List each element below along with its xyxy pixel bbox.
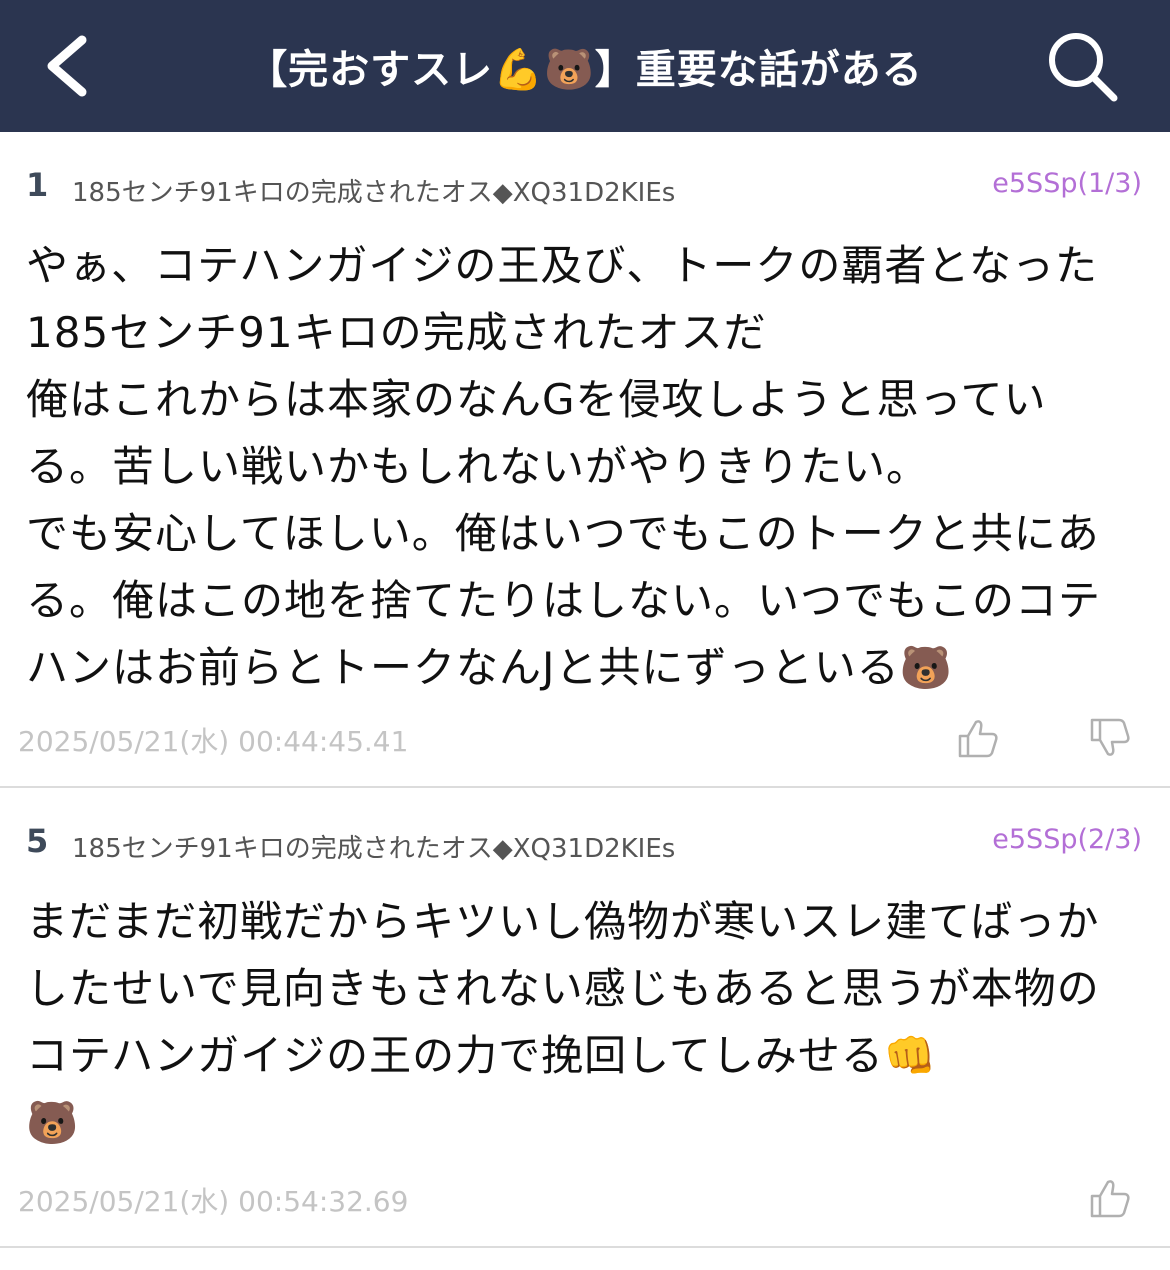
- post-item: 5 185センチ91キロの完成されたオス◆XQ31D2KIEs e5SSp(2/…: [0, 788, 1170, 1246]
- post-body: まだまだ初戦だからキツいし偽物が寒いスレ建てばっかしたせいで見向きもされない感じ…: [26, 897, 1100, 1147]
- thumbs-down-icon[interactable]: [1086, 714, 1134, 762]
- post-body: やぁ、コテハンガイジの王及び、トークの覇者となった185センチ91キロの完成され…: [26, 241, 1102, 692]
- post-date: 2025/05/21(水) 00:44:45.41: [18, 725, 409, 758]
- post-divider: [0, 1246, 1170, 1248]
- post-number[interactable]: 5: [26, 822, 48, 860]
- poster-name: 185センチ91キロの完成されたオス◆XQ31D2KIEs: [72, 834, 676, 864]
- post-number[interactable]: 1: [26, 166, 48, 204]
- thumbs-up-icon[interactable]: [1086, 1174, 1134, 1222]
- poster-name: 185センチ91キロの完成されたオス◆XQ31D2KIEs: [72, 178, 676, 208]
- post-meta: 5 185センチ91キロの完成されたオス◆XQ31D2KIEs e5SSp(2/…: [26, 822, 1142, 864]
- page-title: 【完おすスレ💪🐻】重要な話がある: [247, 47, 923, 93]
- post-item: 1 185センチ91キロの完成されたオス◆XQ31D2KIEs e5SSp(1/…: [0, 132, 1170, 786]
- post-date: 2025/05/21(水) 00:54:32.69: [18, 1185, 409, 1218]
- post-meta: 1 185センチ91キロの完成されたオス◆XQ31D2KIEs e5SSp(1/…: [26, 166, 1142, 208]
- poster-id[interactable]: e5SSp(1/3): [992, 168, 1142, 199]
- poster-id[interactable]: e5SSp(2/3): [992, 824, 1142, 855]
- chevron-left-icon[interactable]: [36, 30, 106, 102]
- thumbs-up-icon[interactable]: [954, 714, 1002, 762]
- search-icon[interactable]: [1044, 28, 1120, 104]
- app-header: 【完おすスレ💪🐻】重要な話がある: [0, 0, 1170, 132]
